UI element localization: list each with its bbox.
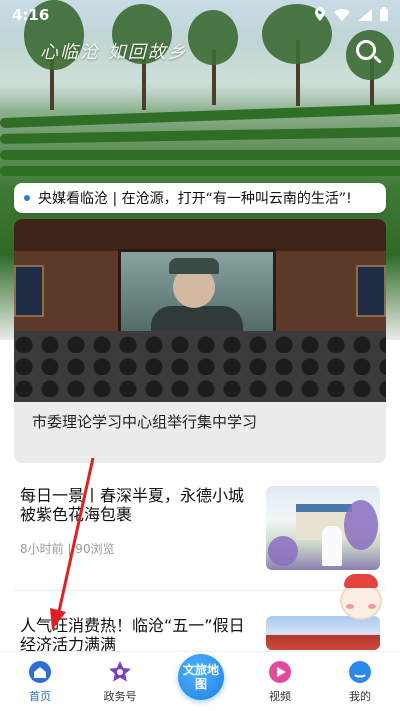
hero-calligraphy: 心临沧 如回故乡 xyxy=(40,42,188,63)
tea-row xyxy=(0,126,400,144)
nav-label: 首页 xyxy=(29,690,51,703)
nav-label: 我的 xyxy=(349,690,371,703)
home-icon xyxy=(28,660,52,684)
side-screen-left xyxy=(14,265,44,317)
news-thumbnail xyxy=(266,486,380,570)
battery-icon xyxy=(380,6,388,25)
wifi-icon xyxy=(334,6,350,25)
nav-label: 政务号 xyxy=(103,690,137,703)
tea-row xyxy=(0,166,400,176)
signal-icon xyxy=(358,6,372,25)
news-title: 人气旺消费热！临沧“五一”假日经济活力满满 xyxy=(20,616,245,654)
news-meta: 8小时前 | 90浏览 xyxy=(20,542,115,556)
thumb-flowers xyxy=(344,500,378,550)
ticker-dot xyxy=(24,195,30,201)
list-item[interactable]: 每日一景丨春深半夏，永德小城被紫色花海包裹 8小时前 | 90浏览 xyxy=(14,486,386,570)
mascot-hat xyxy=(344,574,378,588)
culture-tourism-map-button[interactable]: 文旅地图 xyxy=(178,654,224,700)
play-icon xyxy=(268,660,292,684)
thumb-flowers xyxy=(268,536,298,566)
search-icon-handle xyxy=(373,55,382,64)
ticker-text: 央媒看临沧 | 在沧源，打开“有一种叫云南的生活”! xyxy=(38,191,352,207)
main-screen xyxy=(118,249,276,346)
list-item[interactable]: 人气旺消费热！临沧“五一”假日经济活力满满 xyxy=(14,616,386,654)
tea-row xyxy=(0,150,400,160)
mascot-cheek xyxy=(368,604,376,609)
status-time: 4:16 xyxy=(12,6,50,24)
screen-figure-cap xyxy=(169,258,219,274)
news-title: 每日一景丨春深半夏，永德小城被紫色花海包裹 xyxy=(20,486,245,524)
news-ticker[interactable]: 央媒看临沧 | 在沧源，打开“有一种叫云南的生活”! xyxy=(14,183,386,213)
nav-item-profile[interactable]: 我的 xyxy=(330,660,390,704)
featured-news-card[interactable]: 市委理论学习中心组举行集中学习 xyxy=(14,219,386,463)
audience xyxy=(14,331,386,402)
featured-title: 市委理论学习中心组举行集中学习 xyxy=(32,413,258,431)
featured-photo xyxy=(14,219,386,402)
mascot-icon[interactable] xyxy=(336,574,386,624)
search-icon[interactable] xyxy=(354,38,384,68)
nav-item-home[interactable]: 首页 xyxy=(10,660,70,704)
thumb-person xyxy=(322,526,342,566)
list-divider xyxy=(14,590,386,591)
hall-ceiling xyxy=(14,219,386,251)
side-screen-right xyxy=(356,265,386,317)
nav-item-video[interactable]: 视频 xyxy=(250,660,310,704)
status-bar: 4:16 xyxy=(0,0,400,30)
nav-label: 视频 xyxy=(269,690,291,703)
mascot-cheek xyxy=(346,604,354,609)
status-icons xyxy=(314,6,388,25)
location-icon xyxy=(314,6,326,25)
profile-icon xyxy=(348,660,372,684)
star-icon xyxy=(108,660,132,684)
nav-item-government[interactable]: 政务号 xyxy=(90,660,150,704)
